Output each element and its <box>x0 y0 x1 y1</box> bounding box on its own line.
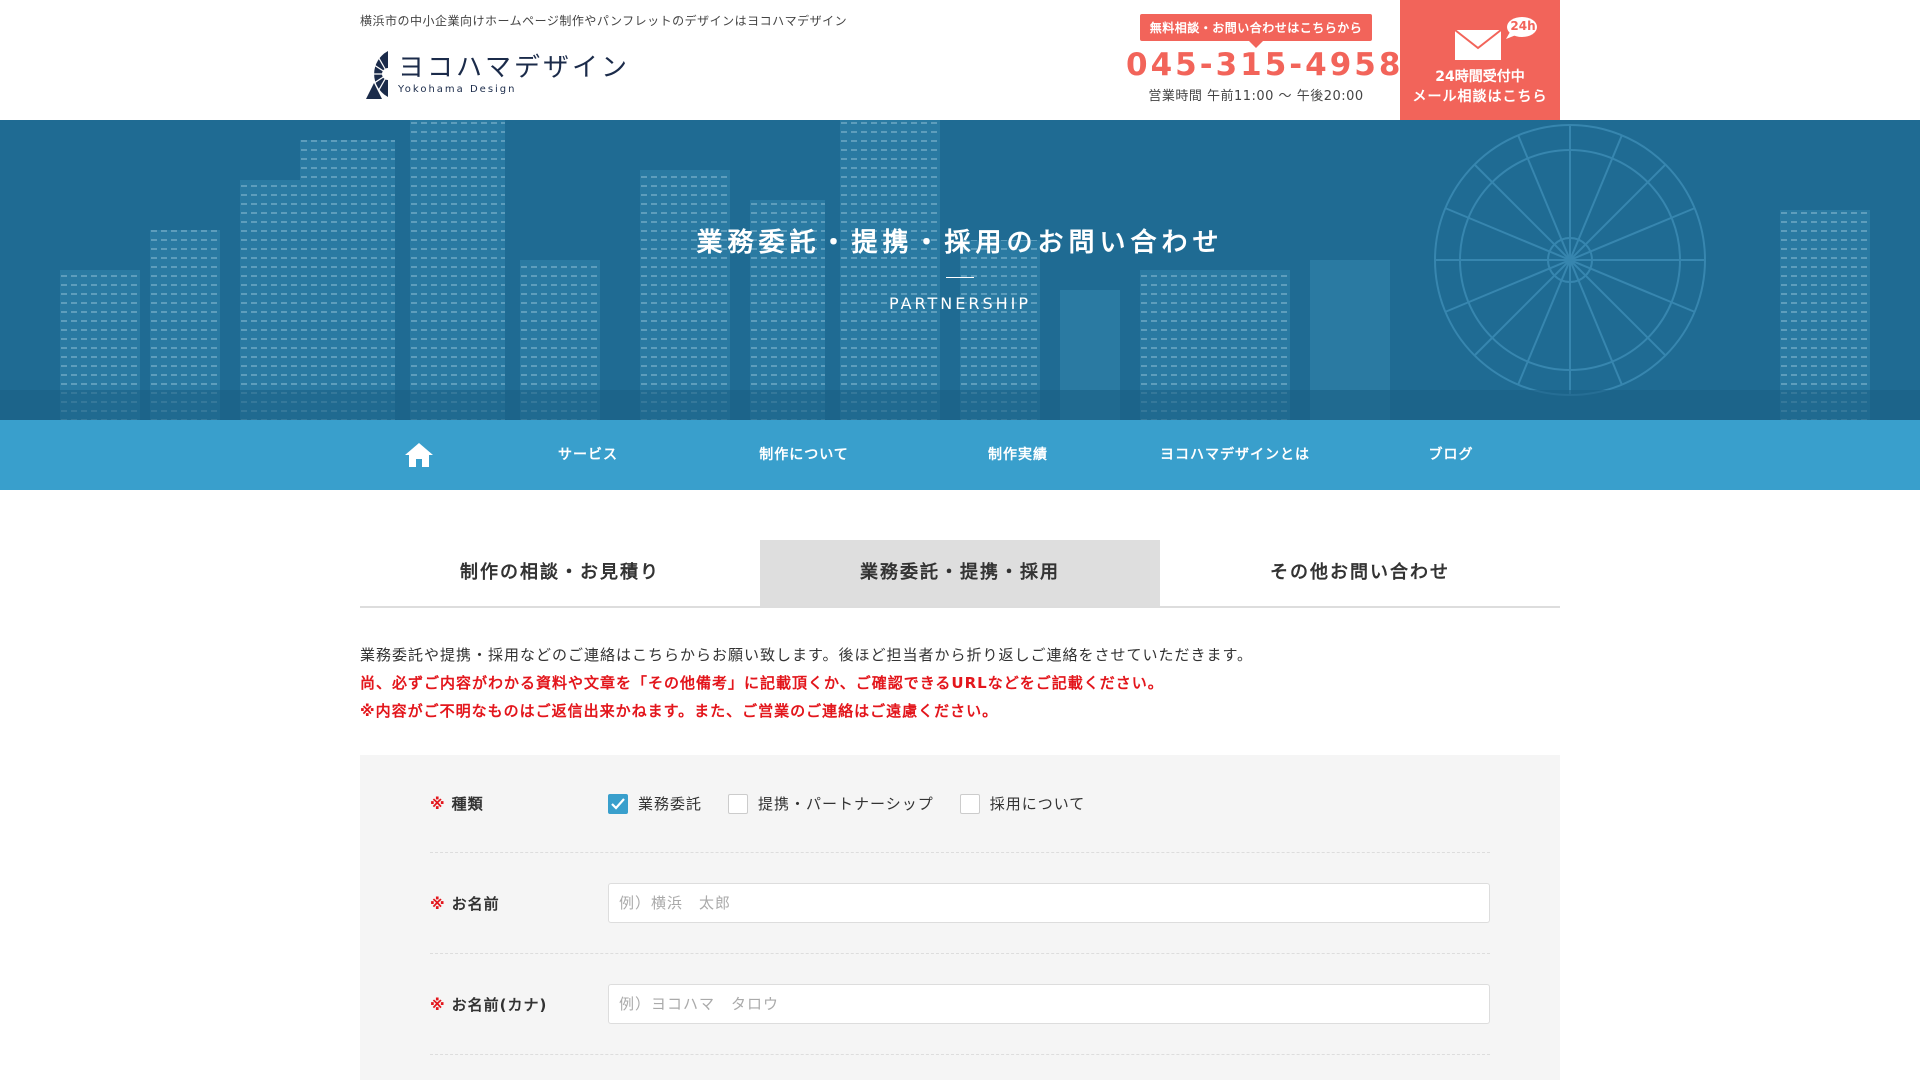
inquiry-form: ※ 種類 業務委託 提携・パートナーシップ 採用について ※ お名前 例）横浜 … <box>360 755 1560 1080</box>
checkbox-partnership-box[interactable] <box>728 793 749 814</box>
tab-partnership[interactable]: 業務委託・提携・採用 <box>760 540 1160 606</box>
24h-badge: 24h <box>1504 16 1538 40</box>
type-label: ※ 種類 <box>430 793 484 814</box>
type-checkbox-group: 業務委託 提携・パートナーシップ 採用について <box>608 793 1111 814</box>
business-hours: 営業時間 午前11:00 〜 午後20:00 <box>1148 89 1364 104</box>
form-row-type: ※ 種類 業務委託 提携・パートナーシップ 採用について <box>430 755 1490 853</box>
nav-item-blog[interactable]: ブログ <box>1410 420 1492 490</box>
required-mark: ※ <box>430 795 446 813</box>
check-icon <box>611 797 625 810</box>
intro-text: 業務委託や提携・採用などのご連絡はこちらからお願い致します。後ほど担当者から折り… <box>360 641 1560 725</box>
checkbox-recruitment-box[interactable] <box>959 793 980 814</box>
intro-warning: ※内容がご不明なものはご返信出来かねます。また、ご営業のご連絡はご遠慮ください。 <box>360 702 999 720</box>
nav-item-about-production[interactable]: 制作について <box>740 420 868 490</box>
required-mark: ※ <box>430 895 446 913</box>
nav-item-service[interactable]: サービス <box>534 420 642 490</box>
ferris-wheel-icon <box>364 51 390 99</box>
logo-name: ヨコハマデザイン <box>398 52 631 83</box>
phone-contact: 無料相談・お問い合わせはこちらから 045-315-4958 営業時間 午前11… <box>1126 14 1400 110</box>
logo-sub: Yokohama Design <box>398 83 517 95</box>
nav-item-works[interactable]: 制作実績 <box>966 420 1070 490</box>
tab-consultation[interactable]: 制作の相談・お見積り <box>360 540 760 606</box>
intro-notice: 尚、必ずご内容がわかる資料や文章を「その他備考」に記載頂くか、ご確認できるURL… <box>360 674 1164 692</box>
checkbox-recruitment[interactable]: 採用について <box>959 793 1086 814</box>
checkbox-outsourcing-label: 業務委託 <box>638 795 703 813</box>
24h-badge-text: 24h <box>1510 19 1536 33</box>
form-row-name: ※ お名前 <box>430 853 1490 954</box>
kana-label: ※ お名前(カナ) <box>430 994 547 1015</box>
page-subtitle: PARTNERSHIP <box>888 294 1032 313</box>
kana-label-text: お名前(カナ) <box>451 996 548 1014</box>
name-label-text: お名前 <box>451 895 500 913</box>
phone-number-link[interactable]: 045-315-4958 <box>1126 47 1400 83</box>
intro-description: 業務委託や提携・採用などのご連絡はこちらからお願い致します。後ほど担当者から折り… <box>360 646 1254 664</box>
tab-other-inquiry[interactable]: その他お問い合わせ <box>1160 540 1560 606</box>
mail-button-line2: メール相談はこちら <box>1412 89 1548 105</box>
checkbox-partnership[interactable]: 提携・パートナーシップ <box>728 793 934 814</box>
contact-badge: 無料相談・お問い合わせはこちらから <box>1139 14 1373 48</box>
checkbox-outsourcing-box[interactable] <box>608 793 628 814</box>
header-tagline: 横浜市の中小企業向けホームページ制作やパンフレットのデザインはヨコハマデザイン <box>360 14 848 28</box>
page-hero: 業務委託・提携・採用のお問い合わせ PARTNERSHIP <box>0 120 1920 420</box>
site-header: 横浜市の中小企業向けホームページ制作やパンフレットのデザインはヨコハマデザイン … <box>0 0 1920 120</box>
page-title: 業務委託・提携・採用のお問い合わせ <box>696 228 1224 258</box>
city-skyline-background <box>0 120 1920 420</box>
kana-input[interactable] <box>608 984 1490 1024</box>
name-input[interactable] <box>608 883 1490 923</box>
mail-consult-button[interactable]: 24h 24時間受付中 メール相談はこちら <box>1400 0 1560 120</box>
required-mark: ※ <box>430 996 446 1014</box>
checkbox-partnership-label: 提携・パートナーシップ <box>758 795 934 813</box>
global-nav: サービス 制作について 制作実績 ヨコハマデザインとは ブログ <box>0 420 1920 490</box>
inquiry-tabs: 制作の相談・お見積り 業務委託・提携・採用 その他お問い合わせ <box>360 540 1560 608</box>
type-label-text: 種類 <box>451 795 484 813</box>
home-icon[interactable] <box>404 442 434 468</box>
site-logo[interactable]: ヨコハマデザイン Yokohama Design <box>360 46 630 102</box>
mail-button-line1: 24時間受付中 <box>1435 69 1525 85</box>
checkbox-outsourcing[interactable]: 業務委託 <box>608 793 702 814</box>
mail-icon <box>1454 29 1502 60</box>
checkbox-recruitment-label: 採用について <box>989 795 1086 813</box>
form-row-kana: ※ お名前(カナ) <box>430 954 1490 1055</box>
hero-divider <box>946 277 974 278</box>
nav-item-about-company[interactable]: ヨコハマデザインとは <box>1150 420 1320 490</box>
name-label: ※ お名前 <box>430 893 500 914</box>
